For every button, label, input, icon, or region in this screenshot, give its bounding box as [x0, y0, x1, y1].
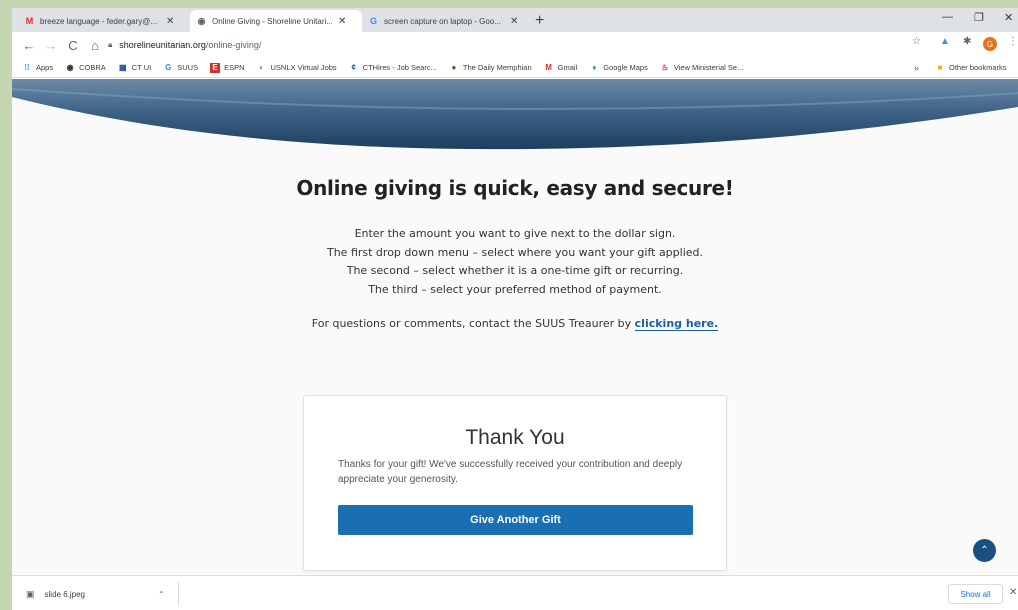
show-all-button[interactable]: Show all: [948, 584, 1003, 604]
window-close-icon[interactable]: ✕: [1004, 11, 1013, 24]
reload-icon[interactable]: C: [62, 38, 84, 53]
gmail-icon: M: [545, 63, 552, 72]
bookmark-usnlx[interactable]: ◐ USNLX Virtual Jobs: [257, 63, 337, 73]
bookmarks-bar: ⁞⁞ Apps ◉ COBRA ▦ CT UI G SUUS E ESPN ◐ USNLX …: [12, 58, 1018, 78]
give-another-gift-button[interactable]: Give Another Gift: [338, 505, 693, 535]
bookmark-label: USNLX Virtual Jobs: [270, 63, 337, 72]
apps-grid-icon: ⁞⁞: [24, 63, 30, 72]
instructions: Enter the amount you want to give next t…: [12, 225, 1018, 299]
folder-icon: ■: [937, 63, 943, 72]
bookmark-cthires[interactable]: ¢ CTHires - Job Searc...: [349, 63, 437, 73]
chevron-up-icon: ⌃: [980, 545, 989, 556]
address-bar[interactable]: 🔒︎ shorelineunitarian.org/online-giving/: [108, 35, 948, 55]
instruction-line: The second – select whether it is a one-…: [346, 264, 684, 277]
bookmark-label: Gmail: [557, 63, 578, 72]
bookmarks-overflow-icon[interactable]: »: [914, 63, 919, 73]
contact-text: For questions or comments, contact the S…: [311, 317, 632, 330]
tab-online-giving[interactable]: ◉ Online Giving - Shoreline Unitari... ✕: [190, 10, 362, 32]
bookmark-label: Apps: [36, 63, 54, 72]
close-icon[interactable]: ✕: [166, 16, 174, 27]
bookmark-apps[interactable]: ⁞⁞ Apps: [22, 63, 53, 73]
bookmark-label: SUUS: [177, 63, 199, 72]
contact-line: For questions or comments, contact the S…: [12, 317, 1018, 331]
profile-avatar[interactable]: G: [983, 37, 997, 51]
bookmark-ministerial[interactable]: ♨ View Ministerial Se...: [660, 63, 743, 73]
page-title: Online giving is quick, easy and secure!: [296, 176, 734, 200]
maximize-icon[interactable]: ❐: [974, 11, 984, 24]
bookmark-gmail[interactable]: M Gmail: [544, 63, 578, 73]
instruction-line: Enter the amount you want to give next t…: [354, 227, 676, 240]
bookmark-daily-memphian[interactable]: ● The Daily Memphian: [449, 63, 532, 73]
ministerial-icon: ♨: [661, 63, 669, 72]
other-bookmarks[interactable]: ■ Other bookmarks: [935, 63, 1007, 73]
bookmark-star-icon[interactable]: ☆: [912, 36, 921, 47]
url-domain: shorelineunitarian.org: [119, 40, 206, 50]
puzzle-icon[interactable]: ✱: [963, 36, 971, 47]
close-icon[interactable]: ✕: [338, 16, 346, 27]
thank-you-card: Thank You Thanks for your gift! We've su…: [303, 395, 727, 571]
new-tab-button[interactable]: +: [535, 12, 544, 30]
contact-link[interactable]: clicking here.: [634, 317, 719, 331]
google-icon: G: [369, 16, 377, 26]
bookmark-label: View Ministerial Se...: [673, 63, 744, 72]
file-icon: ▣: [26, 588, 35, 599]
cthires-icon: ¢: [351, 63, 356, 72]
url-path: /online-giving/: [205, 40, 262, 50]
bookmark-label: The Daily Memphian: [462, 63, 532, 72]
lock-icon: 🔒︎: [108, 40, 113, 49]
minimize-icon[interactable]: —: [942, 11, 953, 23]
tab-title: breeze language - feder.gary@...: [40, 16, 158, 26]
bookmark-label: Other bookmarks: [949, 63, 1007, 72]
gmail-icon: M: [25, 16, 34, 26]
home-icon[interactable]: ⌂: [84, 38, 106, 53]
globe-icon: ◉: [197, 15, 206, 26]
bookmark-ct-ui[interactable]: ▦ CT UI: [118, 63, 151, 73]
bookmark-label: ESPN: [224, 63, 245, 72]
map-pin-icon: ♦: [592, 63, 597, 72]
card-message: Thanks for your gift! We've successfully…: [338, 459, 683, 485]
navigation-toolbar: ← → C ⌂ 🔒︎ shorelineunitarian.org/online…: [12, 32, 1018, 58]
instruction-line: The first drop down menu – select where …: [326, 245, 704, 259]
close-download-bar-icon[interactable]: ✕: [1009, 587, 1017, 598]
globe-icon: ◉: [66, 63, 74, 72]
bookmark-label: COBRA: [79, 63, 106, 72]
hero-wave-banner: [12, 79, 1018, 150]
instruction-line: The third – select your preferred method…: [368, 282, 662, 296]
tab-gmail[interactable]: M breeze language - feder.gary@... ✕: [18, 10, 190, 32]
tab-strip: M breeze language - feder.gary@... ✕ ◉ O…: [12, 8, 1018, 32]
tab-title: screen capture on laptop - Goo...: [384, 16, 501, 26]
usnlx-icon: ◐: [259, 63, 264, 72]
menu-icon[interactable]: ⋮: [1008, 36, 1018, 47]
card-title: Thank You: [465, 426, 565, 449]
bookmark-google-maps[interactable]: ♦ Google Maps: [589, 63, 648, 73]
bookmark-espn[interactable]: E ESPN: [210, 62, 245, 73]
bookmark-label: CTHires - Job Searc...: [362, 63, 437, 72]
browser-window: M breeze language - feder.gary@... ✕ ◉ O…: [12, 8, 1018, 610]
download-bar: ▣ slide 6.jpeg ⌃ Show all ✕: [12, 575, 1018, 610]
bookmark-label: CT UI: [131, 63, 152, 72]
back-to-top-button[interactable]: ⌃: [973, 539, 996, 562]
ct-icon: ▦: [119, 63, 127, 72]
google-icon: G: [165, 63, 172, 72]
download-item[interactable]: ▣ slide 6.jpeg ⌃: [12, 582, 179, 606]
tab-title: Online Giving - Shoreline Unitari...: [212, 16, 332, 26]
download-filename: slide 6.jpeg: [44, 589, 85, 599]
forward-icon[interactable]: →: [40, 38, 62, 53]
bookmark-suus[interactable]: G SUUS: [163, 63, 198, 73]
bookmark-cobra[interactable]: ◉ COBRA: [65, 63, 106, 73]
page-content: Online giving is quick, easy and secure!…: [12, 79, 1018, 575]
espn-icon: E: [210, 62, 221, 73]
daily-memphian-icon: ●: [451, 63, 457, 72]
tab-google-search[interactable]: G screen capture on laptop - Goo... ✕: [362, 10, 534, 32]
close-icon[interactable]: ✕: [510, 16, 518, 27]
chevron-up-icon[interactable]: ⌃: [158, 590, 165, 599]
back-icon[interactable]: ←: [18, 38, 40, 53]
extension-icon[interactable]: ▲: [940, 36, 950, 47]
bookmark-label: Google Maps: [603, 63, 648, 72]
